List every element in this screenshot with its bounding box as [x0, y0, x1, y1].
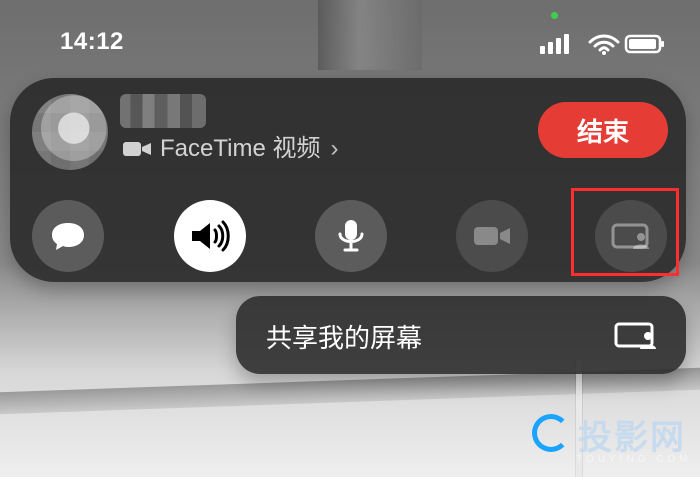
- wifi-icon: [588, 34, 620, 52]
- watermark-logo: 投影网 TOUYING.COM: [528, 410, 690, 470]
- share-screen-icon: [612, 318, 662, 352]
- caller-name-redacted: [120, 94, 206, 128]
- watermark-ring-icon: [532, 414, 570, 452]
- privacy-indicator-dot: [551, 12, 558, 19]
- watermark-text: 投影网: [578, 418, 686, 458]
- speaker-button[interactable]: [174, 200, 246, 272]
- microphone-button[interactable]: [315, 200, 387, 272]
- battery-icon: [624, 34, 664, 54]
- video-camera-icon: [470, 221, 514, 251]
- selection-highlight-box: [571, 188, 679, 276]
- message-bubble-icon: [48, 219, 88, 253]
- background-ceiling-edge: [0, 367, 700, 415]
- video-button[interactable]: [456, 200, 528, 272]
- caller-avatar: [32, 94, 108, 170]
- messages-button[interactable]: [32, 200, 104, 272]
- watermark-subtext: TOUYING.COM: [576, 454, 692, 465]
- end-call-button[interactable]: 结束: [538, 102, 668, 158]
- status-icons: [540, 30, 665, 58]
- mic-icon: [333, 216, 369, 256]
- background-pole: [318, 0, 422, 70]
- share-my-screen-label: 共享我的屏幕: [266, 324, 423, 354]
- chevron-right-icon: ›: [330, 135, 339, 162]
- status-time: 14:12: [60, 28, 124, 55]
- call-type-label: FaceTime 视频: [160, 135, 321, 162]
- share-screen-menu[interactable]: 共享我的屏幕: [236, 296, 686, 374]
- speaker-wave-icon: [188, 219, 232, 253]
- cellular-signal-icon: [540, 34, 569, 54]
- video-camera-icon: [122, 137, 152, 161]
- call-type-row[interactable]: FaceTime 视频 ›: [122, 134, 382, 164]
- wifi-dot: [602, 51, 606, 55]
